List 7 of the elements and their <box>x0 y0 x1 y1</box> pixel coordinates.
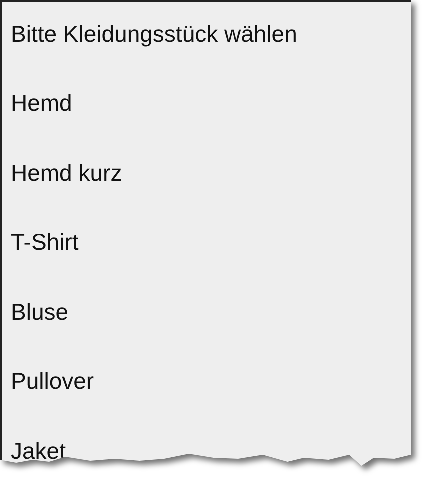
list-item[interactable]: Hemd kurz <box>11 160 122 187</box>
list-item[interactable]: T-Shirt <box>11 229 79 256</box>
list-item[interactable]: Jaket <box>11 438 66 465</box>
list-item[interactable]: Pullover <box>11 368 94 396</box>
prompt-text: Bitte Kleidungsstück wählen <box>11 20 298 48</box>
list-item[interactable]: Hemd <box>11 90 72 118</box>
list-item[interactable]: Bluse <box>11 298 69 326</box>
